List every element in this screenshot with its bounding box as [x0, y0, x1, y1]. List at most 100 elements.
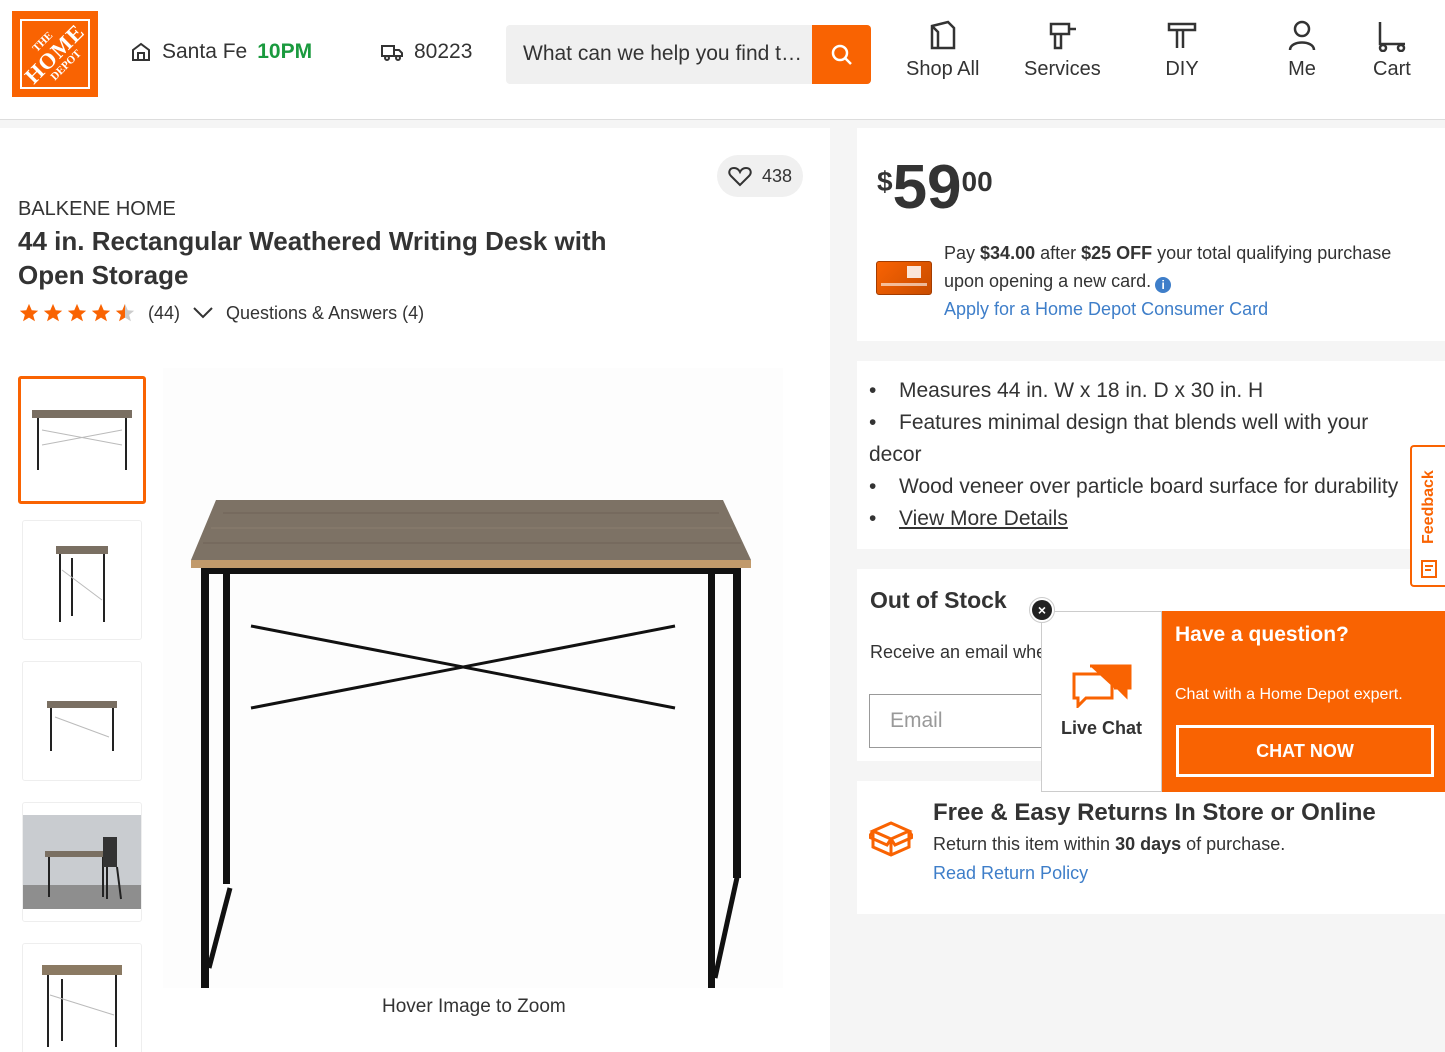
favorite-button[interactable]: 438: [717, 155, 803, 197]
desk-side-thumbnail-image: [56, 546, 108, 622]
price-card: $ 59 00 Pay $34.00 after $25 OFF your to…: [857, 128, 1445, 341]
feedback-edit-icon: [1421, 560, 1437, 578]
search-input[interactable]: What can we help you find today?: [523, 42, 808, 66]
product-media-panel: 438 BALKENE HOME 44 in. Rectangular Weat…: [0, 128, 830, 1052]
desk-angle-thumbnail-image: [47, 701, 117, 751]
feedback-tab[interactable]: Feedback: [1410, 445, 1445, 587]
highlights-list: Measures 44 in. W x 18 in. D x 30 in. H …: [869, 375, 1429, 535]
card-offer: Pay $34.00 after $25 OFF your total qual…: [944, 239, 1424, 323]
favorites-count: 438: [761, 165, 793, 186]
desk-detail-thumbnail-image: [42, 965, 122, 1047]
chat-popup: Live Chat Have a question? Chat with a H…: [1041, 611, 1445, 792]
returns-title: Free & Easy Returns In Store or Online: [933, 799, 1376, 826]
apply-card-link[interactable]: Apply for a Home Depot Consumer Card: [944, 299, 1268, 319]
star-icon: [19, 303, 39, 322]
desk-thumbnail-image: [32, 410, 132, 470]
highlight-item: Features minimal design that blends well…: [869, 407, 1429, 439]
nav-me-label: Me: [1288, 58, 1316, 80]
offer-mid: after: [1035, 243, 1082, 263]
product-title: 44 in. Rectangular Weathered Writing Des…: [18, 226, 607, 290]
nav-services[interactable]: Services: [1024, 18, 1101, 81]
review-count[interactable]: (44): [148, 303, 180, 324]
nav-services-label: Services: [1024, 58, 1101, 80]
search-icon: [831, 44, 852, 65]
nav-me[interactable]: Me: [1285, 18, 1319, 81]
live-chat-label: Live Chat: [1060, 718, 1143, 738]
thumbnail-4[interactable]: [22, 802, 142, 922]
email-field[interactable]: Email: [869, 694, 1049, 748]
product-highlights-card: Measures 44 in. W x 18 in. D x 30 in. H …: [857, 361, 1445, 549]
cart-icon: [1378, 22, 1406, 52]
chat-subtitle: Chat with a Home Depot expert.: [1175, 686, 1403, 703]
nav-cart[interactable]: Cart: [1373, 18, 1411, 81]
price-cents: 00: [961, 166, 993, 197]
price-currency: $: [877, 166, 893, 197]
returns-desc-suffix: of purchase.: [1181, 834, 1286, 854]
shop-all-icon: [930, 20, 955, 50]
truck-icon: [381, 45, 403, 61]
info-icon[interactable]: i: [1155, 277, 1172, 293]
price: $ 59 00: [877, 156, 993, 220]
rating-row: (44) Questions & Answers (4): [18, 302, 424, 324]
nav-diy[interactable]: DIY: [1165, 18, 1199, 81]
chat-close-button[interactable]: ×: [1029, 597, 1055, 623]
returns-card: Free & Easy Returns In Store or Online R…: [857, 781, 1445, 914]
star-icon: [91, 303, 111, 322]
product-brand[interactable]: BALKENE HOME: [18, 198, 176, 221]
zip-code: 80223: [414, 40, 473, 63]
stock-notify-text: Receive an email when it's back in stock: [870, 642, 1050, 662]
store-hours: 10PM: [257, 40, 313, 63]
chat-now-button[interactable]: CHAT NOW: [1176, 725, 1434, 777]
delivery-zip[interactable]: 80223: [380, 40, 472, 64]
chat-question: Have a question?: [1175, 623, 1349, 646]
nav-shop-all[interactable]: Shop All: [906, 18, 979, 81]
diy-hammer-icon: [1167, 22, 1197, 48]
site-header: THE HOME DEPOT Santa Fe 10PM 80223 What …: [0, 0, 1445, 120]
return-box-icon: [869, 821, 913, 857]
main-product-image[interactable]: [163, 368, 783, 1014]
credit-card-image: [876, 261, 932, 295]
offer-prefix: Pay: [944, 243, 981, 263]
thumbnail-3[interactable]: [22, 661, 142, 781]
star-icon: [67, 303, 87, 322]
highlight-item: Measures 44 in. W x 18 in. D x 30 in. H: [869, 375, 1429, 407]
feedback-label: Feedback: [1420, 470, 1437, 544]
view-more-details-item: View More Details: [869, 503, 1429, 535]
store-name: Santa Fe: [162, 40, 248, 63]
chevron-down-icon[interactable]: [192, 306, 214, 320]
thumbnail-5[interactable]: [22, 943, 142, 1052]
nav-diy-label: DIY: [1165, 58, 1199, 80]
home-depot-logo[interactable]: THE HOME DEPOT: [12, 11, 98, 97]
view-more-details-link[interactable]: View More Details: [899, 507, 1068, 530]
chat-bubbles-icon: [1072, 664, 1131, 708]
nav-shop-all-label: Shop All: [906, 58, 980, 80]
user-icon: [1288, 20, 1316, 51]
return-policy-link[interactable]: Read Return Policy: [933, 863, 1088, 884]
stock-status: Out of Stock: [870, 587, 1007, 613]
returns-desc-prefix: Return this item within: [933, 834, 1116, 854]
desk-room-thumbnail-image: [23, 815, 141, 909]
thumbnail-1[interactable]: [18, 376, 146, 504]
highlight-item: Wood veneer over particle board surface …: [869, 471, 1429, 503]
zoom-hint: Hover Image to Zoom: [382, 996, 566, 1017]
returns-desc: Return this item within 30 days of purch…: [933, 834, 1285, 855]
heart-icon: [728, 166, 752, 187]
search-bar: What can we help you find today?: [506, 25, 871, 84]
price-dollars: 59: [892, 153, 962, 222]
desk-main-image: [191, 500, 751, 1014]
live-chat-panel[interactable]: Live Chat: [1041, 611, 1162, 792]
chat-promo: Have a question? Chat with a Home Depot …: [1162, 611, 1445, 792]
store-icon: [132, 42, 150, 61]
nav-cart-label: Cart: [1373, 58, 1411, 80]
highlight-item-continued: decor: [869, 443, 922, 466]
half-star-icon: [115, 303, 135, 322]
search-button[interactable]: [812, 25, 871, 84]
returns-days: 30 days: [1115, 834, 1182, 854]
questions-answers-link[interactable]: Questions & Answers (4): [226, 303, 424, 324]
offer-amount: $34.00: [980, 243, 1036, 263]
store-selector[interactable]: Santa Fe 10PM: [130, 40, 312, 64]
close-icon: ×: [1032, 600, 1052, 620]
star-rating[interactable]: [18, 302, 136, 324]
thumbnail-2[interactable]: [22, 520, 142, 640]
offer-discount: $25 OFF: [1081, 243, 1153, 263]
